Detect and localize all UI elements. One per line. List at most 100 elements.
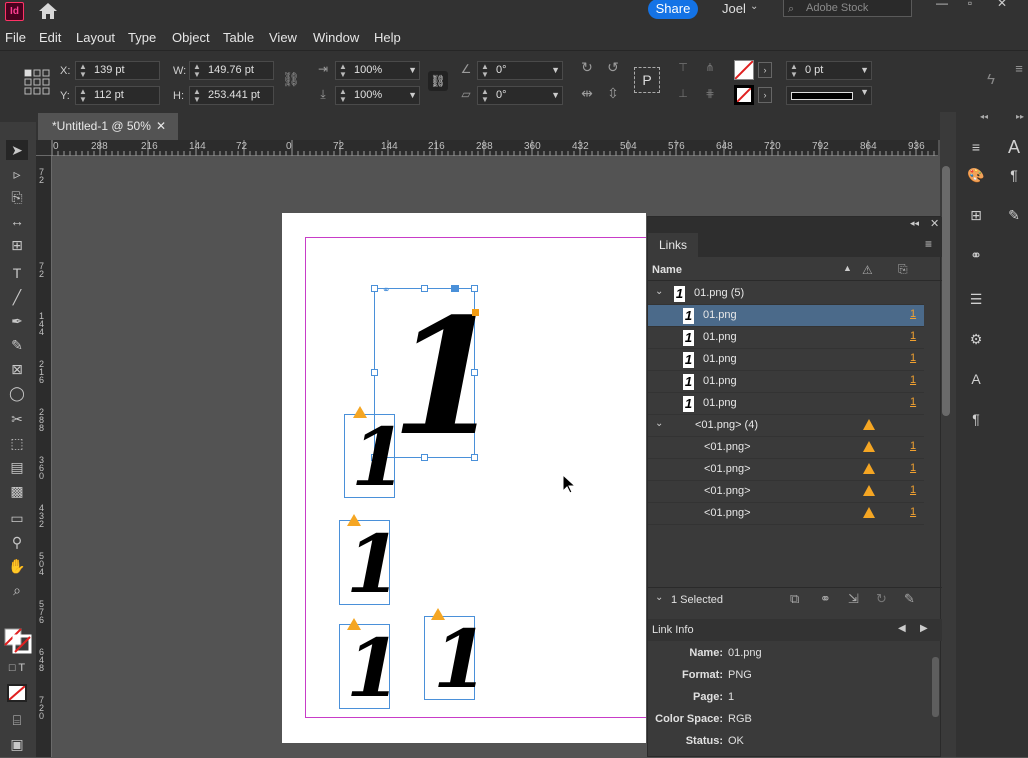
status-column-icon[interactable]: ⚠ <box>862 263 873 277</box>
panel-menu-icon[interactable]: ≡ <box>925 237 932 251</box>
note-tool-icon[interactable]: ▭ <box>6 508 28 528</box>
menu-table[interactable]: Table <box>223 30 254 45</box>
link-row[interactable]: 1 01.png 1 <box>648 371 924 393</box>
type-tool-icon[interactable]: T <box>6 263 28 283</box>
stepper-icon[interactable]: ▲ ▼ <box>339 88 347 104</box>
screen-mode-icon[interactable]: ⌸ <box>6 710 28 730</box>
scrollbar-thumb[interactable] <box>942 166 950 416</box>
resize-handle[interactable] <box>371 285 378 292</box>
resize-handle[interactable] <box>421 285 428 292</box>
gradient-feather-tool-icon[interactable]: ▩ <box>6 481 28 501</box>
chevron-down-icon[interactable]: ▼ <box>408 62 417 79</box>
character-styles-icon[interactable]: A <box>964 368 988 390</box>
update-link-icon[interactable]: ↻ <box>876 591 887 607</box>
rotate-field[interactable]: ▲ ▼ 0° ▼ <box>477 61 563 80</box>
collapse-panel-icon[interactable]: ◂◂ <box>910 218 919 229</box>
paragraph-styles-icon[interactable]: ¶ <box>964 408 988 430</box>
menu-view[interactable]: View <box>269 30 297 45</box>
stepper-icon[interactable]: ▲ ▼ <box>193 63 201 79</box>
stepper-icon[interactable]: ▲ ▼ <box>481 63 489 79</box>
chevron-down-icon[interactable]: ⌄ <box>750 1 758 12</box>
pencil-tool-icon[interactable]: ✎ <box>6 335 28 355</box>
shear-field[interactable]: ▲ ▼ 0° ▼ <box>477 86 563 105</box>
stepper-icon[interactable]: ▲ ▼ <box>790 63 798 79</box>
close-panel-icon[interactable]: ✕ <box>930 217 939 230</box>
link-row[interactable]: 1 01.png 1 <box>648 305 924 327</box>
links-icon[interactable]: ⚭ <box>964 244 988 266</box>
page-link[interactable]: 1 <box>910 396 916 408</box>
content-grabber-icon[interactable] <box>451 285 459 292</box>
links-tab[interactable]: Links <box>648 233 698 257</box>
relink-icon[interactable]: ⚭ <box>820 591 831 607</box>
resize-handle[interactable] <box>471 369 478 376</box>
w-field[interactable]: ▲ ▼ 149.76 pt <box>189 61 274 80</box>
resize-handle[interactable] <box>471 454 478 461</box>
stroke-swatch-icon[interactable] <box>734 85 754 105</box>
menu-edit[interactable]: Edit <box>39 30 61 45</box>
edit-original-icon[interactable]: ✎ <box>904 591 915 607</box>
adobe-stock-search-input[interactable]: ⌕ Adobe Stock <box>783 0 912 17</box>
image-frame[interactable]: 1 <box>339 520 402 605</box>
chevron-right-icon[interactable]: › <box>758 62 772 78</box>
apply-none-icon[interactable] <box>7 684 27 702</box>
align-bottom-icon[interactable]: ⊥ <box>674 87 692 100</box>
resize-handle[interactable] <box>421 454 428 461</box>
warning-icon[interactable] <box>353 406 367 418</box>
stepper-icon[interactable]: ▲ ▼ <box>79 88 87 104</box>
chevron-down-icon[interactable]: ▼ <box>551 62 560 79</box>
stepper-icon[interactable]: ▲ ▼ <box>339 63 347 79</box>
align-top-icon[interactable]: ⊤ <box>674 61 692 74</box>
scissors-tool-icon[interactable]: ✂ <box>6 409 28 429</box>
next-link-icon[interactable]: ▶ <box>920 623 928 634</box>
image-frame[interactable]: 1 <box>339 624 402 709</box>
constrain-proportions-icon[interactable]: ⛓ <box>282 71 300 88</box>
warning-icon[interactable] <box>347 618 361 630</box>
chevron-down-icon[interactable]: ▼ <box>860 62 869 79</box>
page-link[interactable]: 1 <box>910 308 916 320</box>
resize-handle[interactable] <box>371 369 378 376</box>
glyphs-icon[interactable]: ✎ <box>1002 204 1026 226</box>
home-icon[interactable] <box>38 2 58 20</box>
h-field[interactable]: ▲ ▼ 253.441 pt <box>189 86 274 105</box>
page-link[interactable]: 1 <box>910 484 916 496</box>
out-port-icon[interactable] <box>472 309 479 316</box>
link-group-row[interactable]: ⌄ 1 01.png (5) <box>648 283 924 305</box>
page-link[interactable]: 1 <box>910 352 916 364</box>
y-field[interactable]: ▲ ▼ 112 pt <box>75 86 160 105</box>
layers-icon[interactable]: ⊞ <box>964 204 988 226</box>
color-icon[interactable]: ⚙ <box>964 328 988 350</box>
document-tab[interactable]: *Untitled-1 @ 50% ✕ <box>38 113 178 140</box>
link-scale-icon[interactable]: ⛓ <box>428 71 448 91</box>
page-link[interactable]: 1 <box>910 440 916 452</box>
chevron-down-icon[interactable]: ⌄ <box>655 286 663 297</box>
swatches-icon[interactable]: 🎨 <box>964 164 988 186</box>
content-collector-icon[interactable]: ⊞ <box>6 235 28 255</box>
character-icon[interactable]: A <box>1002 136 1026 158</box>
restore-icon[interactable]: ▫ <box>956 0 984 10</box>
link-row[interactable]: <01.png> 1 <box>648 481 924 503</box>
previous-link-icon[interactable]: ◀ <box>898 623 906 634</box>
selection-tool-icon[interactable]: ➤ <box>6 140 28 160</box>
flip-horizontal-icon[interactable]: ⇹ <box>578 85 596 102</box>
collapse-icon[interactable]: ◂◂ ▸▸ <box>956 112 1028 122</box>
image-frame[interactable]: 1 <box>344 414 407 498</box>
stroke-type-select[interactable]: ▼ <box>786 86 872 105</box>
link-row[interactable]: 1 01.png 1 <box>648 349 924 371</box>
rotate-ccw-icon[interactable]: ↺ <box>604 59 622 76</box>
stepper-icon[interactable]: ▲ ▼ <box>481 88 489 104</box>
resize-handle[interactable] <box>471 285 478 292</box>
paragraph-icon[interactable]: ¶ <box>1002 164 1026 186</box>
chevron-down-icon[interactable]: ▼ <box>408 87 417 104</box>
eyedropper-tool-icon[interactable]: ⚲ <box>6 532 28 552</box>
rectangle-frame-tool-icon[interactable]: ⊠ <box>6 359 28 379</box>
menu-type[interactable]: Type <box>128 30 156 45</box>
zoom-tool-icon[interactable]: ⌕ <box>6 580 28 600</box>
gap-tool-icon[interactable]: ↔ <box>6 211 28 231</box>
scale-y-field[interactable]: ▲ ▼ 100% ▼ <box>335 86 420 105</box>
chevron-down-icon[interactable]: ▼ <box>860 87 869 97</box>
chevron-right-icon[interactable]: › <box>758 87 772 103</box>
go-to-link-icon[interactable]: ⇲ <box>848 591 859 607</box>
fill-stroke-swatches-icon[interactable] <box>4 622 32 654</box>
gradient-swatch-tool-icon[interactable]: ▤ <box>6 457 28 477</box>
page-tool-icon[interactable]: ⎘ <box>6 187 28 207</box>
